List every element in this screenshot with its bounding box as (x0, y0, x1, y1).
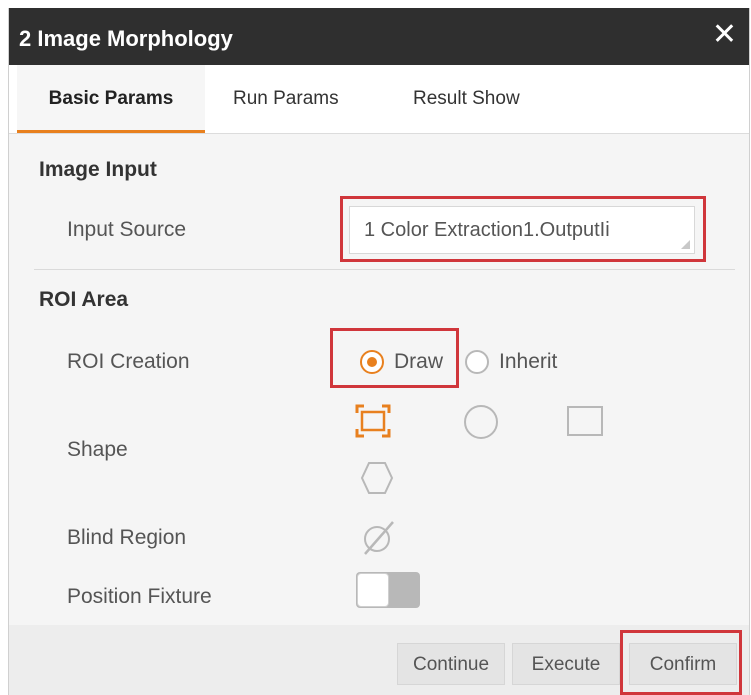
close-icon[interactable]: ✕ (712, 20, 737, 50)
blind-region-label: Blind Region (67, 526, 187, 549)
draw-radio[interactable] (360, 350, 384, 374)
confirm-button[interactable]: Confirm (629, 643, 737, 685)
toggle-knob (357, 573, 389, 607)
roi-area-section-title: ROI Area (39, 288, 129, 311)
basic-params-panel: Image Input Input Source 1 Color Extract… (9, 134, 749, 625)
tab-result-show[interactable]: Result Show (413, 65, 520, 133)
position-fixture-label: Position Fixture (67, 585, 212, 608)
dialog-title: 2 Image Morphology (19, 26, 233, 51)
continue-button[interactable]: Continue (397, 643, 505, 685)
image-morphology-dialog: 2 Image Morphology ✕ Basic Params Run Pa… (8, 8, 750, 695)
image-input-section-title: Image Input (39, 158, 157, 181)
inherit-radio-label[interactable]: Inherit (499, 350, 557, 374)
circle-icon[interactable] (461, 402, 501, 442)
draw-radio-label[interactable]: Draw (394, 350, 443, 374)
title-bar: 2 Image Morphology ✕ (9, 8, 749, 65)
execute-button[interactable]: Execute (512, 643, 620, 685)
input-source-select[interactable]: 1 Color Extraction1.OutputIi (349, 206, 695, 254)
dialog-footer: Continue Execute Confirm (9, 625, 749, 695)
rectangle-roi-icon[interactable] (353, 402, 393, 440)
resize-corner-icon (681, 240, 690, 249)
input-source-value: 1 Color Extraction1.OutputIi (364, 219, 610, 241)
no-mask-icon[interactable] (359, 518, 399, 558)
tab-basic-params[interactable]: Basic Params (17, 65, 205, 133)
inherit-radio[interactable] (465, 350, 489, 374)
roi-creation-label: ROI Creation (67, 350, 190, 373)
position-fixture-toggle[interactable] (356, 572, 420, 608)
section-divider (34, 269, 735, 270)
input-source-label: Input Source (67, 218, 187, 241)
tab-bar: Basic Params Run Params Result Show (9, 65, 749, 134)
square-icon[interactable] (565, 404, 605, 438)
hexagon-icon[interactable] (359, 460, 395, 496)
shape-label: Shape (67, 438, 128, 461)
tab-run-params[interactable]: Run Params (233, 65, 339, 133)
